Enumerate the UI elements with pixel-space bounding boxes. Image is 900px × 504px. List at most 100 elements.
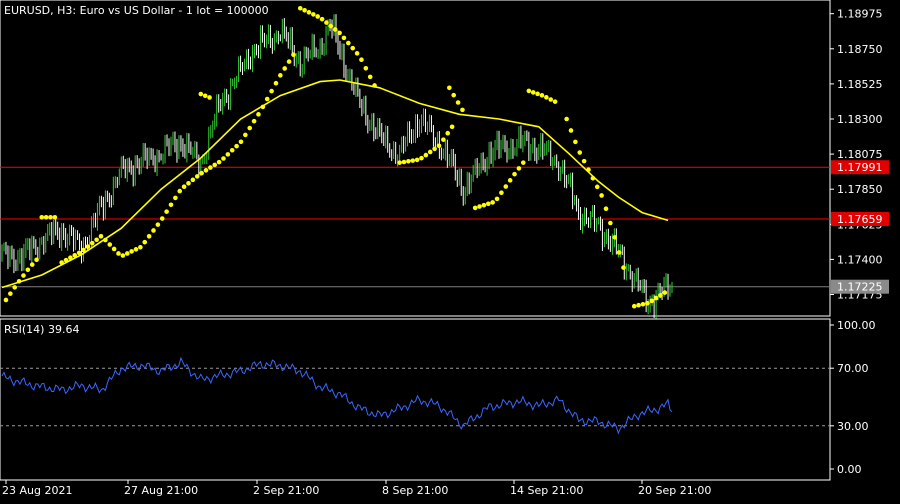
sar-dot (460, 107, 465, 113)
sar-dot (590, 175, 596, 181)
price-tick-label: 1.18975 (837, 8, 883, 21)
sar-dot (548, 97, 554, 102)
sar-dot (612, 235, 618, 240)
sar-dot (68, 255, 73, 261)
trading-chart-window[interactable]: EURUSD, H3: Euro vs US Dollar - 1 lot = … (0, 0, 900, 500)
price-tick-label: 1.17850 (837, 183, 883, 196)
price-level-label: 1.17991 (831, 160, 889, 175)
sar-dot (311, 12, 316, 17)
sar-dot (151, 228, 156, 233)
sar-dot (503, 184, 509, 189)
time-tick-label: 20 Sep 21:00 (638, 484, 711, 497)
sar-dot (194, 174, 200, 179)
sar-dot (146, 234, 152, 239)
sar-dot (662, 290, 668, 295)
sar-dot (251, 118, 257, 124)
sar-dot (107, 242, 113, 247)
sar-dot (124, 251, 130, 256)
sar-dot (190, 177, 196, 183)
sar-dot (243, 132, 248, 138)
sar-dot (594, 184, 600, 190)
sar-dot (414, 157, 420, 163)
sar-dot (116, 251, 121, 256)
sar-dot (337, 30, 342, 36)
sar-dot (636, 302, 641, 308)
sar-dot (568, 128, 574, 133)
sar-dot (306, 10, 312, 15)
sar-dot (608, 220, 613, 226)
sar-dot (573, 139, 578, 145)
sar-dot (539, 93, 545, 98)
sar-dot (512, 171, 517, 177)
sar-dot (350, 45, 356, 51)
sar-dot (406, 159, 411, 164)
sar-dot (12, 285, 18, 290)
sar-dot (328, 23, 334, 29)
sar-dot (485, 201, 491, 207)
price-label-text: 1.17225 (837, 281, 883, 294)
sar-dot (315, 14, 321, 19)
sar-dot (25, 267, 31, 273)
sar-dot (81, 247, 86, 253)
price-label-text: 1.17991 (837, 161, 883, 174)
sar-dot (599, 193, 604, 198)
sar-dot (85, 244, 91, 249)
sar-dot (48, 214, 53, 220)
sar-dot (216, 159, 222, 165)
sar-dot (341, 35, 347, 41)
sar-dot (363, 66, 369, 71)
sar-dot (207, 95, 212, 100)
price-tick-label: 1.18525 (837, 78, 883, 91)
sar-dot (359, 57, 364, 63)
sar-dot (410, 158, 416, 163)
sar-dot (138, 244, 143, 250)
time-tick-label: 2 Sep 21:00 (253, 484, 319, 497)
sar-dot (264, 96, 270, 102)
sar-dot (278, 73, 283, 78)
sar-dot (432, 146, 437, 152)
sar-dot (449, 124, 455, 130)
sar-dot (186, 180, 191, 186)
sar-dot (507, 178, 513, 183)
sar-dot (324, 20, 329, 25)
time-tick-label: 27 Aug 21:00 (124, 484, 198, 497)
sar-dot (447, 85, 452, 91)
sar-dot (43, 214, 49, 220)
sar-dot (291, 52, 296, 58)
sar-dot (616, 250, 622, 255)
price-label-text: 1.17659 (837, 213, 883, 226)
sar-dot (260, 104, 266, 110)
rsi-title: RSI(14) 39.64 (4, 323, 79, 336)
sar-dot (39, 214, 45, 220)
sar-dot (29, 262, 35, 267)
sar-dot (256, 112, 261, 117)
sar-dot (494, 196, 500, 202)
sar-dot (212, 162, 218, 168)
sar-dot (516, 166, 522, 171)
sar-dot (640, 301, 646, 307)
sar-dot (397, 160, 402, 165)
sar-dot (526, 88, 532, 94)
sar-dot (372, 83, 377, 88)
sar-dot (631, 303, 637, 309)
sar-dot (111, 246, 117, 252)
sar-dot (225, 152, 231, 157)
sar-dot (552, 99, 558, 104)
sar-dot (94, 237, 99, 243)
sar-dot (319, 16, 325, 22)
sar-dot (198, 91, 204, 97)
sar-dot (603, 206, 609, 211)
sar-dot (436, 143, 442, 149)
sar-dot (98, 234, 104, 239)
sar-dot (229, 147, 235, 153)
time-tick-label: 23 Aug 2021 (2, 484, 72, 497)
sar-dot (247, 125, 253, 131)
sar-dot (63, 257, 69, 263)
sar-dot (490, 200, 495, 205)
sar-dot (419, 155, 424, 161)
sar-dot (472, 205, 478, 211)
sar-dot (208, 165, 213, 170)
sar-dot (302, 7, 307, 13)
price-axis: 1.18975 1.18750 1.18525 1.18300 1.18075 1.178… (830, 8, 889, 302)
price-level-label: 1.17659 (831, 211, 889, 226)
